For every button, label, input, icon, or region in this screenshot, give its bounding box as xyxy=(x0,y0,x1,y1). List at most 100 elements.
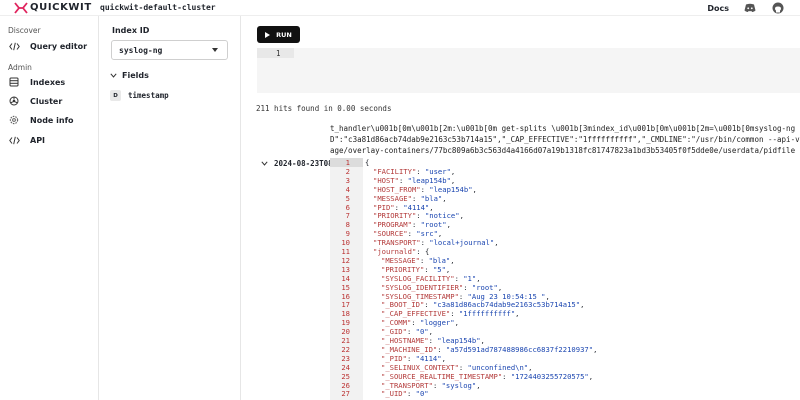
json-key: "HOST" xyxy=(373,175,399,185)
json-colon: : xyxy=(398,175,408,185)
result-row-toggle[interactable]: 2024-08-23T08: xyxy=(261,159,337,168)
json-line: 19 "_COMM": "logger", xyxy=(330,318,800,327)
json-key: "_PID" xyxy=(381,353,407,363)
json-colon: : xyxy=(420,238,430,248)
json-key: "_SELINUX_CONTEXT" xyxy=(381,362,459,372)
json-punctuation: , xyxy=(428,327,433,337)
json-line-number: 18 xyxy=(341,309,350,319)
json-line-number: 26 xyxy=(341,380,350,390)
json-punctuation: { xyxy=(424,247,430,256)
json-line: 11 "journald": { xyxy=(330,247,800,256)
json-line-number: 13 xyxy=(341,264,350,274)
json-value: "4114" xyxy=(415,353,442,363)
json-line: 27 "_UID": "0" xyxy=(330,389,800,398)
json-colon: : xyxy=(406,353,416,363)
json-line-number: 25 xyxy=(341,371,350,381)
json-key: "journald" xyxy=(373,247,417,256)
json-line-number: 14 xyxy=(341,273,350,283)
selected-index: syslog-ng xyxy=(119,45,163,55)
sidebar-item-label: Indexes xyxy=(30,77,66,87)
json-line-number: 6 xyxy=(345,202,350,212)
sidebar-item-indexes[interactable]: Indexes xyxy=(8,76,65,88)
json-key: "TRANSPORT" xyxy=(373,238,421,248)
json-line-content: "_COMM": "logger", xyxy=(381,318,459,327)
json-line: 10 "TRANSPORT": "local+journal", xyxy=(330,238,800,247)
sidebar-item-label: Cluster xyxy=(30,96,63,106)
json-line-number: 27 xyxy=(341,389,350,399)
json-line-content: "_HOSTNAME": "leap154b", xyxy=(381,336,485,345)
json-key: "PID" xyxy=(373,202,395,212)
json-key: "_BOOT_ID" xyxy=(381,300,425,310)
discord-icon[interactable] xyxy=(744,2,756,14)
cluster-name: quickwit-default-cluster xyxy=(100,3,216,12)
sidebar-item-api[interactable]: API xyxy=(8,134,45,146)
json-punctuation: , xyxy=(580,300,585,310)
json-line-number: 22 xyxy=(341,344,350,354)
json-value: "4114" xyxy=(403,202,430,212)
json-line: 8 "PROGRAM": "root", xyxy=(330,220,800,229)
docs-link[interactable]: Docs xyxy=(707,4,729,13)
fields-toggle[interactable]: Fields xyxy=(110,71,149,80)
json-colon: : xyxy=(502,371,511,381)
json-punctuation: , xyxy=(494,238,499,248)
json-line-number: 15 xyxy=(341,282,350,292)
json-colon: : xyxy=(454,273,464,283)
play-icon xyxy=(265,31,271,38)
logo[interactable]: QUICKWIT xyxy=(14,0,100,16)
sidebar-item-cluster[interactable]: Cluster xyxy=(8,95,62,107)
json-colon: : xyxy=(406,327,416,337)
sidebar-item-node-info[interactable]: Node info xyxy=(8,114,74,126)
json-punctuation: , xyxy=(476,273,481,283)
json-punctuation: , xyxy=(442,193,447,203)
json-key: "MESSAGE" xyxy=(373,193,412,203)
json-line: 20 "_GID": "0", xyxy=(330,327,800,336)
json-line-content: "MESSAGE": "bla", xyxy=(373,194,447,203)
json-key: "MESSAGE" xyxy=(381,255,420,265)
json-line-content: "_MACHINE_ID": "a57d591ad787488986cc6837… xyxy=(381,345,597,354)
code-icon xyxy=(8,40,20,52)
sidebar-item-query-editor[interactable]: Query editor xyxy=(8,40,87,52)
github-icon[interactable] xyxy=(772,2,784,14)
field-item[interactable]: D timestamp xyxy=(110,90,169,101)
json-line-content: "SYSLOG_FACILITY": "1", xyxy=(381,274,481,283)
top-bar: QUICKWIT quickwit-default-cluster Docs xyxy=(0,0,800,16)
run-button[interactable]: RUN xyxy=(257,26,300,43)
json-line-content: "HOST": "leap154b", xyxy=(373,176,455,185)
json-line-content: "PID": "4114", xyxy=(373,203,434,212)
json-line-content: "journald": { xyxy=(373,247,429,256)
query-editor[interactable]: 1 xyxy=(257,48,800,93)
main-area: RUN 1 211 hits found in 0.00 seconds t_h… xyxy=(241,16,800,400)
json-line-number: 21 xyxy=(341,336,350,345)
json-punctuation: , xyxy=(593,344,598,354)
json-colon: : xyxy=(432,380,442,390)
json-value: "0" xyxy=(415,389,429,399)
json-colon: : xyxy=(450,309,459,319)
query-input[interactable] xyxy=(297,48,797,58)
json-key: "SYSLOG_FACILITY" xyxy=(381,273,455,283)
json-line: 26 "_TRANSPORT": "syslog", xyxy=(330,381,800,390)
code-icon xyxy=(8,134,20,146)
json-colon: : xyxy=(416,166,425,176)
caret-down-icon xyxy=(212,48,218,52)
json-colon: : xyxy=(416,211,425,221)
json-colon: : xyxy=(458,362,468,372)
json-line: 4 "HOST_FROM": "leap154b", xyxy=(330,185,800,194)
json-line-content: { xyxy=(365,158,369,167)
json-punctuation: , xyxy=(480,336,485,345)
json-punctuation: { xyxy=(365,158,370,167)
log-line-truncated: age/overlay-containers/77bc809a6b3c563d4… xyxy=(330,146,800,155)
json-document-viewer[interactable]: 1{2 "FACILITY": "user", 3 "HOST": "leap154b… xyxy=(330,158,800,400)
json-value: "bla" xyxy=(420,193,443,203)
json-line: 15 "SYSLOG_IDENTIFIER": "root", xyxy=(330,283,800,292)
json-key: "HOST_FROM" xyxy=(373,184,421,194)
json-line-number: 5 xyxy=(345,193,350,203)
json-value: "user" xyxy=(424,166,451,176)
index-select[interactable]: syslog-ng xyxy=(111,40,228,60)
json-key: "_TRANSPORT" xyxy=(381,380,433,390)
json-line: 25 "_SOURCE_REALTIME_TIMESTAMP": "1724403… xyxy=(330,372,800,381)
log-line-truncated: D":"c3a81d86acb74dab9e2163c53b714a15","_… xyxy=(330,135,800,144)
json-line-number: 2 xyxy=(345,166,350,176)
json-colon: : xyxy=(424,300,433,310)
json-line: 2 "FACILITY": "user", xyxy=(330,167,800,176)
json-value: "0" xyxy=(415,327,429,337)
